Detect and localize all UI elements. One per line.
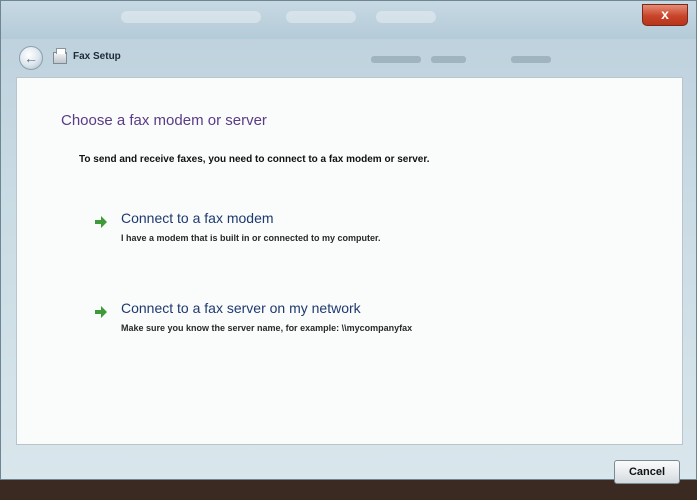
title-bar-blur <box>121 11 261 23</box>
green-arrow-icon <box>95 305 107 318</box>
connect-fax-server-option[interactable]: Connect to a fax server on my network Ma… <box>87 300 557 346</box>
title-bar-blur <box>376 11 436 23</box>
option-description: Make sure you know the server name, for … <box>121 323 413 333</box>
option-description: I have a modem that is built in or conne… <box>121 233 381 243</box>
menu-blur <box>371 56 421 63</box>
option-title[interactable]: Connect to a fax server on my network <box>121 300 361 316</box>
back-arrow-icon: ← <box>24 50 38 66</box>
title-bar: x <box>1 1 696 39</box>
wizard-content: Choose a fax modem or server To send and… <box>16 77 683 445</box>
connect-fax-modem-option[interactable]: Connect to a fax modem I have a modem th… <box>87 210 557 256</box>
close-button[interactable]: x <box>642 4 688 26</box>
wizard-footer: Cancel <box>1 447 696 484</box>
green-arrow-icon <box>95 215 107 228</box>
address-bar: ← Fax Setup <box>1 43 696 75</box>
fax-icon <box>53 48 67 64</box>
page-title: Choose a fax modem or server <box>61 112 267 129</box>
menu-blur <box>511 56 551 63</box>
intro-text: To send and receive faxes, you need to c… <box>79 154 430 165</box>
title-bar-blur <box>286 11 356 23</box>
menu-blur <box>431 56 466 63</box>
fax-setup-window: x ← Fax Setup Choose a fax modem or serv… <box>0 0 697 484</box>
cancel-button[interactable]: Cancel <box>614 460 680 484</box>
option-title[interactable]: Connect to a fax modem <box>121 210 274 226</box>
back-button[interactable]: ← <box>19 46 43 70</box>
window-title: Fax Setup <box>73 51 121 62</box>
close-icon: x <box>661 6 669 22</box>
